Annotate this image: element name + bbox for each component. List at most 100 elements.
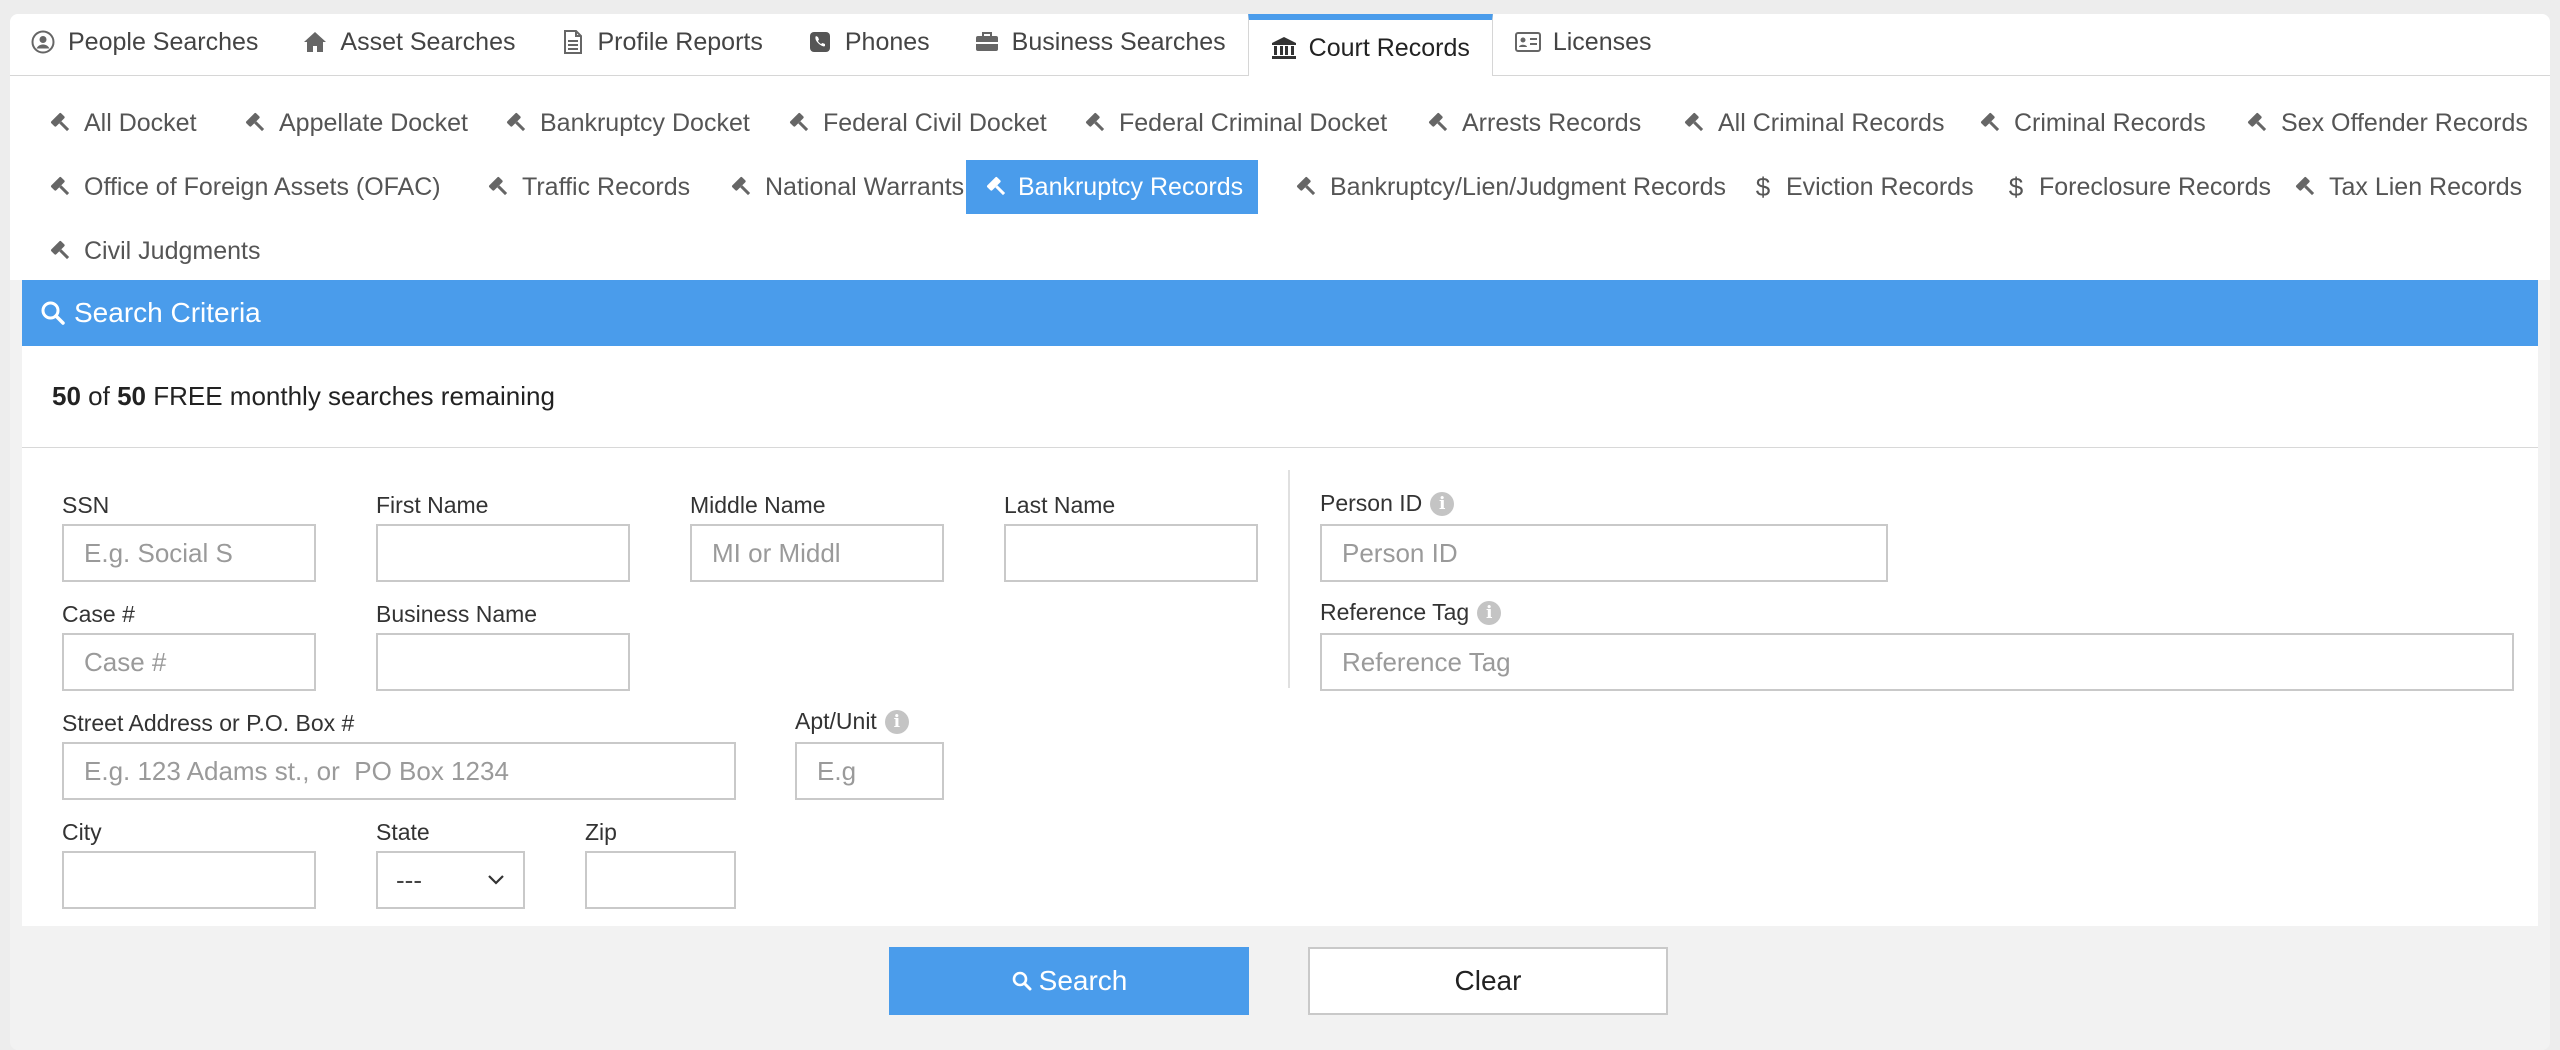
tab-label: Phones <box>844 27 930 56</box>
court-records-subtabs: All Docket Appellate Docket Bankruptcy D… <box>10 76 2550 280</box>
subtab-ofac[interactable]: Office of Foreign Assets (OFAC) <box>28 160 461 214</box>
dollar-icon: $ <box>1755 171 1771 202</box>
subtab-national-warrants[interactable]: National Warrants <box>709 160 984 214</box>
app-frame: People Searches Asset Searches Profile R… <box>10 14 2550 1050</box>
gavel-icon <box>1426 110 1452 136</box>
tab-asset-searches[interactable]: Asset Searches <box>280 14 537 70</box>
tab-profile-reports[interactable]: Profile Reports <box>538 14 785 70</box>
info-icon[interactable]: i <box>1430 491 1455 516</box>
state-select[interactable]: --- <box>376 851 525 909</box>
subtab-sex-offender-records[interactable]: Sex Offender Records <box>2225 96 2548 150</box>
subtab-federal-criminal-docket[interactable]: Federal Criminal Docket <box>1063 96 1407 150</box>
dollar-icon: $ <box>2008 171 2024 202</box>
state-label: State <box>376 819 430 845</box>
tab-label: Profile Reports <box>597 27 763 56</box>
subtab-bankruptcy-records[interactable]: Bankruptcy Records <box>966 160 1258 214</box>
tab-phones[interactable]: Phones <box>785 14 952 70</box>
case-number-label: Case # <box>62 601 135 627</box>
last-name-label: Last Name <box>1004 492 1116 518</box>
subtab-traffic-records[interactable]: Traffic Records <box>466 160 710 214</box>
tab-label: Asset Searches <box>340 27 516 56</box>
info-icon[interactable]: i <box>1477 600 1502 625</box>
apt-unit-input[interactable] <box>795 742 944 800</box>
street-address-input[interactable] <box>62 742 736 800</box>
quota-text: 50 of 50 FREE monthly searches remaining <box>22 346 2538 448</box>
ssn-label: SSN <box>62 492 110 518</box>
tab-label: Business Searches <box>1011 27 1226 56</box>
subtab-all-criminal-records[interactable]: All Criminal Records <box>1662 96 1964 150</box>
subtab-tax-lien-records[interactable]: Tax Lien Records <box>2273 160 2542 214</box>
gavel-icon <box>729 174 755 200</box>
gavel-icon <box>243 110 269 136</box>
subtab-all-docket[interactable]: All Docket <box>28 96 217 150</box>
tab-court-records[interactable]: Court Records <box>1247 14 1493 76</box>
gavel-icon <box>2245 110 2271 136</box>
middle-name-input[interactable] <box>690 524 944 582</box>
gavel-icon <box>1083 110 1109 136</box>
gavel-icon <box>1294 174 1320 200</box>
business-name-input[interactable] <box>376 633 630 691</box>
street-address-label: Street Address or P.O. Box # <box>62 710 355 736</box>
gavel-icon <box>1978 110 2004 136</box>
tab-business-searches[interactable]: Business Searches <box>952 14 1248 70</box>
search-icon <box>1011 970 1039 992</box>
person-id-label: Person ID i <box>1320 490 1455 517</box>
phone-icon <box>807 29 833 55</box>
gavel-icon <box>2293 174 2319 200</box>
tab-label: Licenses <box>1552 27 1652 56</box>
info-icon[interactable]: i <box>884 709 909 734</box>
subtab-foreclosure-records[interactable]: $ Foreclosure Records <box>1983 160 2291 214</box>
clear-button[interactable]: Clear <box>1308 947 1668 1015</box>
subtab-criminal-records[interactable]: Criminal Records <box>1958 96 2226 150</box>
zip-label: Zip <box>585 819 617 845</box>
middle-name-label: Middle Name <box>690 492 826 518</box>
apt-unit-label: Apt/Unit i <box>795 708 909 735</box>
gavel-icon <box>787 110 813 136</box>
gavel-icon <box>986 174 1008 200</box>
courthouse-icon <box>1271 35 1297 61</box>
last-name-input[interactable] <box>1004 524 1258 582</box>
search-icon <box>40 300 74 326</box>
quota-total: 50 <box>117 381 146 411</box>
subtab-eviction-records[interactable]: $ Eviction Records <box>1730 160 1994 214</box>
main-tab-bar: People Searches Asset Searches Profile R… <box>10 14 2550 76</box>
subtab-civil-judgments[interactable]: Civil Judgments <box>28 224 280 278</box>
tab-label: People Searches <box>68 27 259 56</box>
tab-people-searches[interactable]: People Searches <box>10 14 280 70</box>
state-select-value: --- <box>396 864 422 895</box>
home-icon <box>302 29 328 55</box>
case-number-input[interactable] <box>62 633 316 691</box>
id-card-icon <box>1514 29 1541 55</box>
city-label: City <box>62 819 102 845</box>
column-divider <box>1288 470 1290 688</box>
quota-used: 50 <box>52 381 81 411</box>
gavel-icon <box>48 174 74 200</box>
subtab-arrests-records[interactable]: Arrests Records <box>1406 96 1661 150</box>
document-icon <box>560 29 586 55</box>
zip-input[interactable] <box>585 851 736 909</box>
tab-licenses[interactable]: Licenses <box>1493 14 1674 70</box>
tab-label: Court Records <box>1308 33 1470 62</box>
gavel-icon <box>1682 110 1708 136</box>
search-criteria-panel: Search Criteria 50 of 50 FREE monthly se… <box>22 280 2538 926</box>
ssn-input[interactable] <box>62 524 316 582</box>
subtab-federal-civil-docket[interactable]: Federal Civil Docket <box>767 96 1067 150</box>
gavel-icon <box>486 174 512 200</box>
reference-tag-label: Reference Tag i <box>1320 599 1502 626</box>
panel-header: Search Criteria <box>22 280 2538 346</box>
subtab-bankruptcy-lien-judgment-records[interactable]: Bankruptcy/Lien/Judgment Records <box>1274 160 1746 214</box>
subtab-appellate-docket[interactable]: Appellate Docket <box>223 96 488 150</box>
subtab-bankruptcy-docket[interactable]: Bankruptcy Docket <box>484 96 770 150</box>
reference-tag-input[interactable] <box>1320 633 2514 691</box>
city-input[interactable] <box>62 851 316 909</box>
search-button[interactable]: Search <box>889 947 1249 1015</box>
person-id-input[interactable] <box>1320 524 1888 582</box>
gavel-icon <box>48 110 74 136</box>
first-name-input[interactable] <box>376 524 630 582</box>
briefcase-icon <box>974 29 1000 55</box>
gavel-icon <box>48 238 74 264</box>
panel-title: Search Criteria <box>74 297 261 328</box>
gavel-icon <box>504 110 530 136</box>
first-name-label: First Name <box>376 492 489 518</box>
business-name-label: Business Name <box>376 601 538 627</box>
